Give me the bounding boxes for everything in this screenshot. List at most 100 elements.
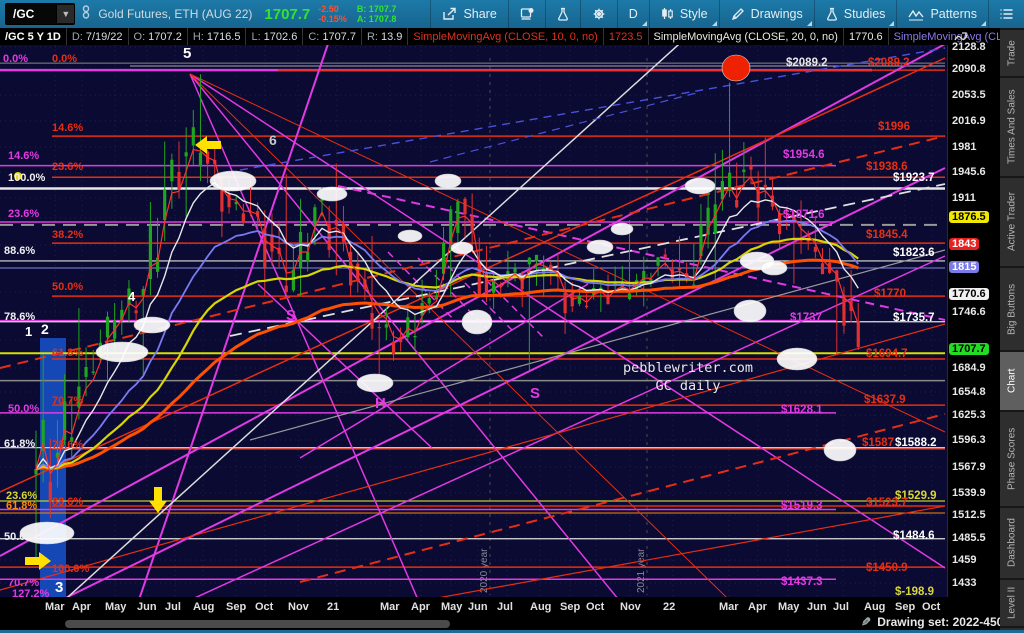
chart-canvas[interactable]: 2020 year2021 year0.0%14.6%23.6%50.0%70.… bbox=[0, 45, 947, 597]
time-tick: Apr bbox=[72, 601, 91, 613]
svg-text:$1523.7: $1523.7 bbox=[866, 497, 908, 509]
price-tick: 2090.8 bbox=[952, 63, 986, 75]
price-tick: 2053.5 bbox=[952, 89, 986, 101]
svg-text:78.6%: 78.6% bbox=[52, 439, 83, 451]
pan-scrollbar[interactable] bbox=[65, 620, 450, 628]
svg-text:50.0%: 50.0% bbox=[52, 281, 83, 293]
price-tick: 1625.3 bbox=[952, 409, 986, 421]
style-candle-icon bbox=[661, 7, 674, 21]
gear-button[interactable] bbox=[580, 0, 617, 28]
time-tick: Apr bbox=[411, 601, 430, 613]
sidebar-tab-dashboard[interactable]: Dashboard bbox=[1000, 506, 1024, 578]
time-tick: Sep bbox=[560, 601, 580, 613]
drawings-button[interactable]: Drawings bbox=[719, 0, 814, 28]
symbol-value: /GC bbox=[6, 7, 56, 21]
sidebar-tab-level-ii[interactable]: Level II bbox=[1000, 578, 1024, 626]
svg-text:1: 1 bbox=[25, 324, 32, 339]
symbol-dropdown-icon[interactable]: ▼ bbox=[56, 5, 74, 23]
svg-text:0.0%: 0.0% bbox=[52, 53, 77, 65]
sidebar-tab-active-trader[interactable]: Active Trader bbox=[1000, 176, 1024, 266]
study-label[interactable]: SimpleMovingAvg (CLOSE, 10, 0, no) bbox=[408, 28, 603, 45]
time-tick: Nov bbox=[620, 601, 641, 613]
time-tick: May bbox=[778, 601, 799, 613]
time-tick: Jul bbox=[497, 601, 513, 613]
svg-text:$1694.7: $1694.7 bbox=[866, 348, 908, 360]
svg-text:$1628.1: $1628.1 bbox=[781, 404, 823, 416]
price-tick: 1433 bbox=[952, 577, 976, 589]
svg-text:127.2%: 127.2% bbox=[12, 588, 50, 597]
svg-text:$2089.2: $2089.2 bbox=[868, 57, 910, 69]
svg-text:$1871.6: $1871.6 bbox=[783, 209, 825, 221]
study-label[interactable]: SimpleMovingAvg (CLOSE, 20, 0, no) bbox=[649, 28, 844, 45]
drawing-set-selector[interactable]: ✎ Drawing set: 2022-4507 bbox=[861, 615, 1010, 629]
svg-text:$1637.9: $1637.9 bbox=[864, 394, 906, 406]
symbol-timeframe: /GC 5 Y 1D bbox=[0, 28, 67, 45]
time-tick: Mar bbox=[719, 601, 739, 613]
toolbar-buttons: Share D StyleDrawingsStudies Patterns bbox=[430, 0, 1024, 28]
time-tick: 21 bbox=[327, 601, 339, 613]
sidebar-tab-big-buttons[interactable]: Big Buttons bbox=[1000, 266, 1024, 350]
time-tick: 22 bbox=[663, 601, 675, 613]
svg-text:50.0%: 50.0% bbox=[4, 531, 35, 543]
svg-text:$2089.2: $2089.2 bbox=[786, 57, 828, 69]
link-icon[interactable] bbox=[81, 5, 91, 24]
svg-text:$1954.6: $1954.6 bbox=[783, 149, 825, 161]
price-tick: 1945.6 bbox=[952, 166, 986, 178]
button-label: Patterns bbox=[930, 7, 977, 21]
chart-info-bar: /GC 5 Y 1D D:7/19/22O:1707.2H:1716.5L:17… bbox=[0, 28, 1000, 45]
svg-text:3: 3 bbox=[55, 579, 63, 596]
flag-button[interactable] bbox=[508, 0, 545, 28]
pattern-wave-icon bbox=[908, 8, 924, 21]
time-tick: Jul bbox=[833, 601, 849, 613]
time-tick: Oct bbox=[586, 601, 604, 613]
svg-text:78.6%: 78.6% bbox=[4, 311, 35, 323]
chart-area[interactable]: 2020 year2021 year0.0%14.6%23.6%50.0%70.… bbox=[0, 45, 947, 597]
symbol-description: Gold Futures, ETH (AUG 22) bbox=[98, 7, 252, 21]
flag-icon bbox=[520, 7, 534, 21]
style-button[interactable]: Style bbox=[649, 0, 719, 28]
price-tick: 1981 bbox=[952, 141, 976, 153]
svg-text:T: T bbox=[668, 45, 676, 47]
svg-text:4: 4 bbox=[128, 289, 136, 304]
patterns-button[interactable]: Patterns bbox=[896, 0, 988, 28]
sidebar-tab-phase-scores[interactable]: Phase Scores bbox=[1000, 410, 1024, 506]
svg-text:88.6%: 88.6% bbox=[52, 496, 83, 508]
bottom-bar: ✎ Drawing set: 2022-4507 bbox=[0, 618, 1024, 630]
d-button[interactable]: D bbox=[617, 0, 649, 28]
symbol-input[interactable]: /GC ▼ bbox=[5, 3, 75, 25]
ask-value: A: 1707.8 bbox=[357, 14, 397, 24]
svg-text:$1923.7: $1923.7 bbox=[893, 172, 935, 184]
svg-text:$1823.6: $1823.6 bbox=[893, 247, 935, 259]
time-tick: Jul bbox=[165, 601, 181, 613]
svg-text:14.6%: 14.6% bbox=[52, 122, 83, 134]
svg-text:$-198.9: $-198.9 bbox=[895, 586, 934, 597]
price-badge: 1815 bbox=[949, 261, 979, 273]
study-value: 1770.6 bbox=[844, 28, 889, 45]
sidebar-tab-trade[interactable]: Trade bbox=[1000, 28, 1024, 76]
list-button[interactable] bbox=[988, 0, 1024, 28]
sidebar-tab-live-news[interactable]: Live News bbox=[1000, 626, 1024, 630]
time-axis[interactable]: MarAprMayJunJulAugSepOctNov21MarAprMayJu… bbox=[0, 597, 947, 618]
axis-pointer-icon[interactable] bbox=[954, 31, 968, 49]
sidebar-tab-times-and-sales[interactable]: Times And Sales bbox=[1000, 76, 1024, 176]
price-tick: 1512.5 bbox=[952, 509, 986, 521]
sidebar-tab-chart[interactable]: Chart bbox=[1000, 350, 1024, 410]
svg-text:100.0%: 100.0% bbox=[8, 172, 46, 184]
time-tick: May bbox=[105, 601, 126, 613]
svg-text:14.6%: 14.6% bbox=[8, 150, 39, 162]
bid-ask-stack: B: 1707.7 A: 1707.8 bbox=[357, 4, 397, 24]
svg-text:$1737: $1737 bbox=[790, 312, 822, 324]
studies-button[interactable]: Studies bbox=[814, 0, 897, 28]
pencil-icon: ✎ bbox=[861, 615, 871, 629]
price-axis[interactable]: 2128.82090.82053.52016.919811945.6191117… bbox=[947, 45, 1001, 597]
button-label: D bbox=[629, 7, 638, 21]
price-tick: 1684.9 bbox=[952, 362, 986, 374]
svg-text:100.0%: 100.0% bbox=[52, 563, 90, 575]
price-tick: 1539.9 bbox=[952, 487, 986, 499]
time-tick: Sep bbox=[895, 601, 915, 613]
flask-button[interactable] bbox=[545, 0, 580, 28]
svg-text:$1519.3: $1519.3 bbox=[781, 500, 823, 512]
ellipse-annotations[interactable] bbox=[20, 55, 856, 544]
last-price: 1707.7 bbox=[264, 6, 310, 23]
share-button[interactable]: Share bbox=[430, 0, 507, 28]
